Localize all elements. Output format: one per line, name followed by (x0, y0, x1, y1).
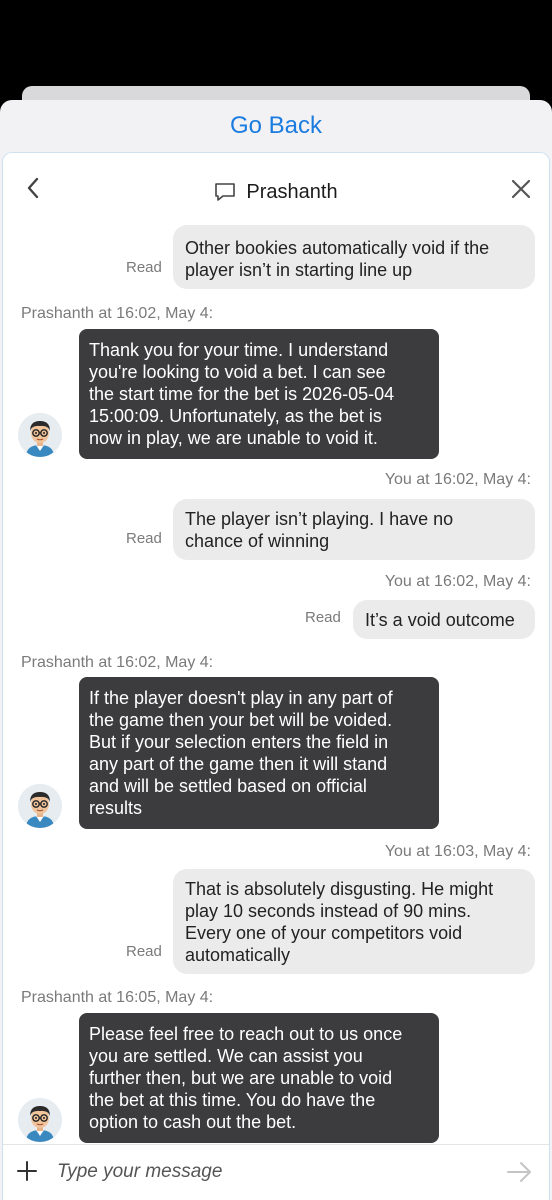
user-message-bubble: Other bookies automatically void if the … (173, 225, 535, 289)
message-line: results (89, 798, 143, 818)
agent-message-bubble: Please feel free to reach out to us once… (79, 1013, 439, 1143)
user-message-bubble: The player isn’t playing. I have no chan… (173, 499, 535, 560)
read-status: Read (126, 943, 162, 960)
message-meta: You at 16:02, May 4: (384, 471, 531, 488)
agent-avatar (18, 413, 62, 457)
message-line: option to cash out the bet. (89, 1112, 297, 1132)
message-line: Thank you for your time. I understand (89, 340, 389, 360)
agent-avatar (18, 784, 62, 828)
message-meta: You at 16:02, May 4: (384, 573, 531, 590)
message-line: The player isn’t playing. I have no (185, 509, 454, 529)
message-line: play 10 seconds instead of 90 mins. (185, 901, 472, 921)
message-line: you're looking to void a bet. I can see (89, 362, 386, 382)
user-message-bubble: It’s a void outcome (353, 600, 535, 639)
message-meta: Prashanth at 16:05, May 4: (21, 989, 214, 1006)
message-line: But if your selection enters the field i… (89, 732, 389, 752)
message-line: 15:00:09. Unfortunately, as the bet is (89, 406, 382, 426)
read-status: Read (305, 609, 341, 626)
agent-message-bubble: Thank you for your time. I understand yo… (79, 329, 439, 459)
go-back-button[interactable]: Go Back (0, 100, 552, 152)
message-line: the start time for the bet is 2026-05-04 (89, 384, 395, 404)
message-line: you are settled. We can assist you (89, 1046, 363, 1066)
message-line: the game then your bet will be voided. (89, 710, 393, 730)
plus-icon[interactable] (15, 1159, 39, 1183)
message-line: now in play, we are unable to void it. (89, 428, 378, 448)
read-status: Read (126, 259, 162, 276)
message-meta: Prashanth at 16:02, May 4: (21, 305, 214, 322)
agent-name: Prashanth (246, 180, 338, 203)
send-arrow-icon[interactable] (505, 1159, 533, 1185)
chat-title: Prashanth (3, 177, 549, 207)
message-composer (3, 1144, 549, 1200)
close-icon[interactable] (507, 175, 535, 203)
message-line: player isn’t in starting line up (185, 260, 413, 280)
message-list[interactable]: Read Other bookies automatically void if… (3, 153, 549, 1200)
agent-avatar (18, 1098, 62, 1142)
message-line: chance of winning (185, 531, 330, 551)
message-line: It’s a void outcome (365, 610, 515, 630)
message-line: Please feel free to reach out to us once (89, 1024, 403, 1044)
message-line: Other bookies automatically void if the (185, 238, 490, 258)
agent-message-bubble: If the player doesn't play in any part o… (79, 677, 439, 829)
message-line: further then, but we are unable to void (89, 1068, 393, 1088)
message-line: any part of the game then it will stand (89, 754, 388, 774)
read-status: Read (126, 530, 162, 547)
message-meta: Prashanth at 16:02, May 4: (21, 654, 214, 671)
message-line: and will be settled based on official (89, 776, 367, 796)
message-line: That is absolutely disgusting. He might (185, 879, 494, 899)
message-line: Every one of your competitors void (185, 923, 463, 943)
chat-bubble-icon (215, 183, 236, 201)
message-line: automatically (185, 945, 291, 965)
chat-header: Prashanth (3, 153, 549, 217)
user-message-bubble: That is absolutely disgusting. He might … (173, 869, 535, 974)
message-input[interactable] (57, 1155, 477, 1189)
message-line: If the player doesn't play in any part o… (89, 688, 393, 708)
message-meta: You at 16:03, May 4: (384, 843, 531, 860)
message-line: the bet at this time. You do have the (89, 1090, 376, 1110)
chat-window: Read Other bookies automatically void if… (2, 152, 550, 1200)
